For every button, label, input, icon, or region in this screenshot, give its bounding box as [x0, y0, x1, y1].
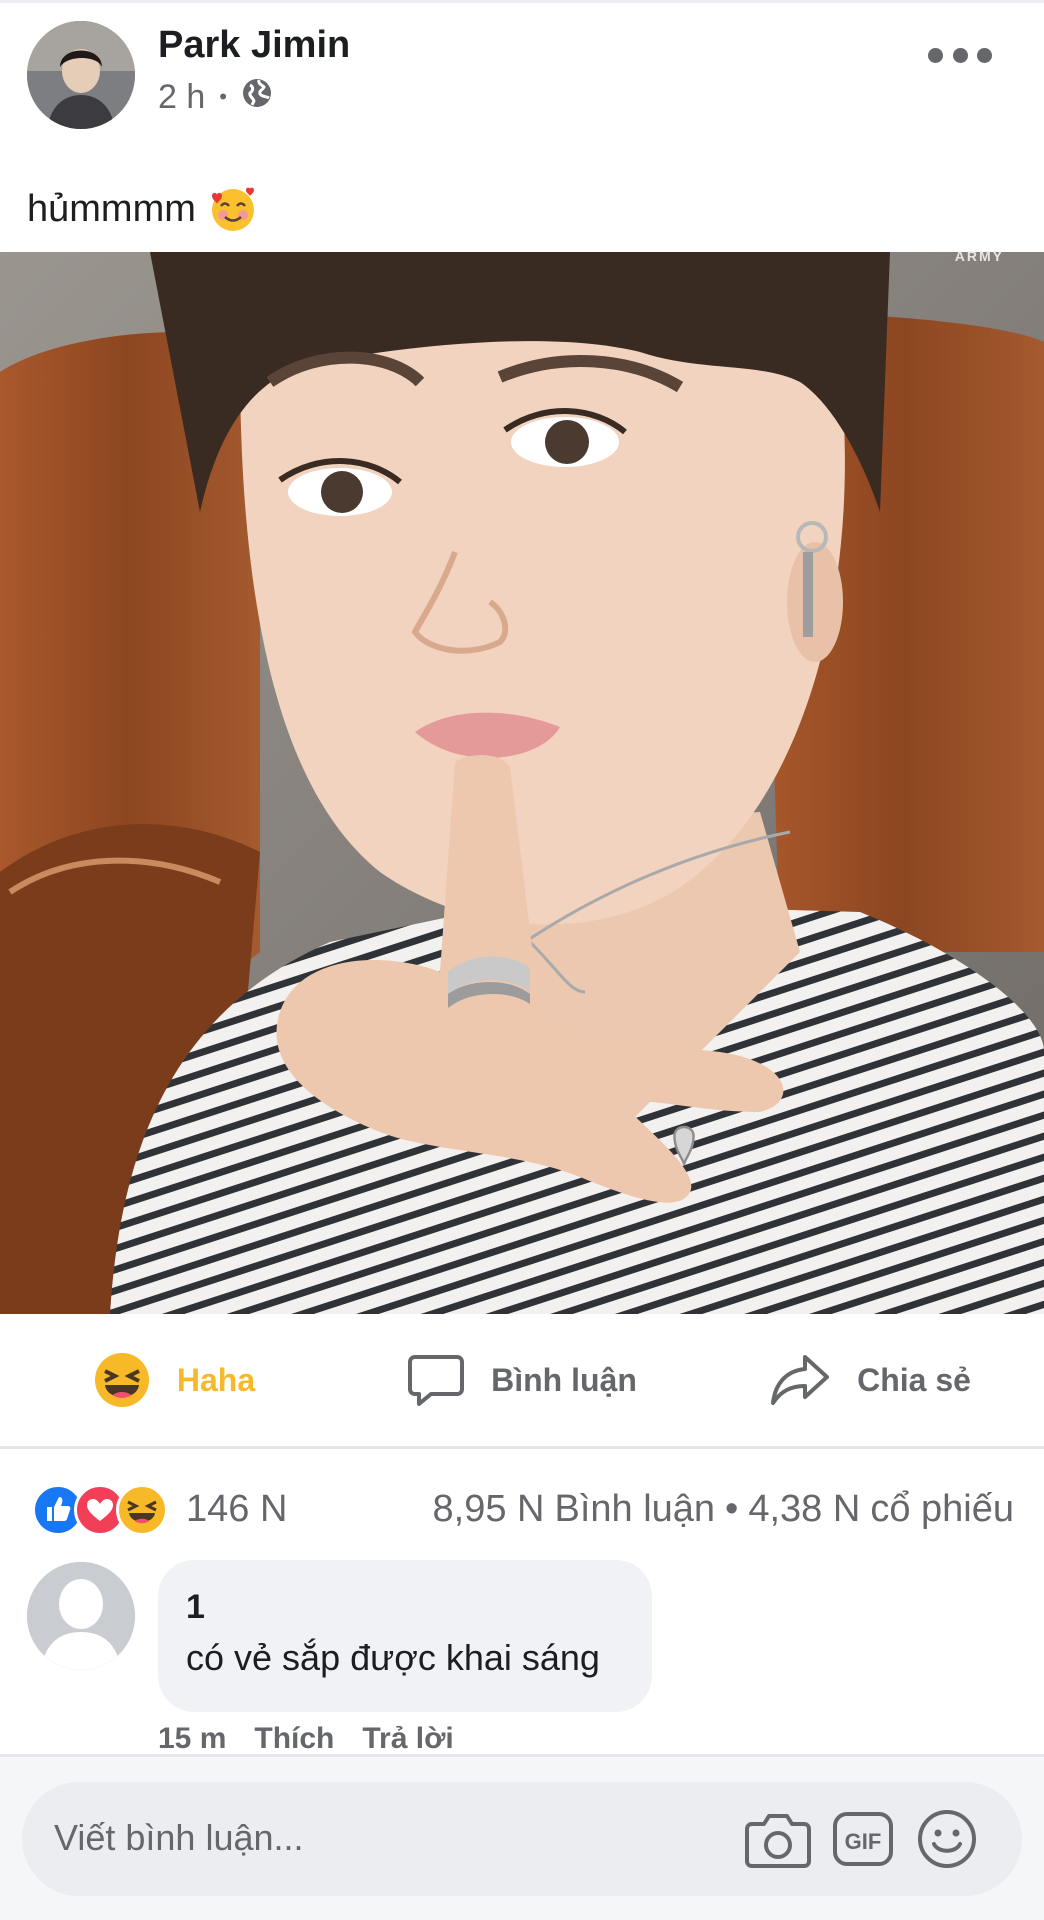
stats-separator: • [725, 1488, 739, 1530]
more-dot [928, 47, 943, 63]
comment-input[interactable] [54, 1808, 734, 1868]
comment-composer: GIF [22, 1782, 1022, 1896]
post-caption: hủmmmm [27, 184, 258, 234]
gif-icon[interactable]: GIF [832, 1808, 894, 1870]
globe-icon [241, 77, 273, 118]
haha-reaction-button[interactable]: Haha [0, 1314, 348, 1446]
comments-label[interactable]: Bình luận [554, 1488, 715, 1531]
more-dot [977, 47, 992, 63]
author-avatar[interactable] [27, 21, 135, 129]
comment-icon [408, 1355, 465, 1406]
comment-label: Bình luận [491, 1361, 637, 1398]
haha-reaction-icon [116, 1484, 168, 1536]
actions-divider [0, 1446, 1044, 1449]
share-icon [771, 1355, 830, 1405]
reaction-icons[interactable] [32, 1484, 168, 1536]
post-time[interactable]: 2 h [158, 78, 205, 117]
reaction-count[interactable]: 146 N [186, 1488, 287, 1531]
comment-time: 15 m [158, 1722, 227, 1752]
meta-separator: • [219, 84, 227, 109]
commenter-avatar[interactable] [27, 1562, 135, 1670]
post-text: hủmmmm [27, 187, 196, 230]
shares-count[interactable]: 4,38 N [748, 1488, 860, 1531]
commenter-name[interactable]: 1 [186, 1588, 624, 1627]
shares-label[interactable]: cổ phiếu [870, 1488, 1014, 1531]
reaction-stats: 146 N 8,95 N Bình luận • 4,38 N cổ phiếu [0, 1474, 1044, 1544]
action-bar: Haha Bình luận Chia sẻ [0, 1314, 1044, 1446]
share-button[interactable]: Chia sẻ [696, 1314, 1044, 1446]
share-label: Chia sẻ [857, 1361, 971, 1398]
haha-label: Haha [176, 1361, 256, 1398]
comment-text: có vẻ sắp được khai sáng [186, 1637, 600, 1678]
comment-reply-button[interactable]: Trả lời [362, 1722, 453, 1752]
comment-button[interactable]: Bình luận [348, 1314, 696, 1446]
post-meta: 2 h • [158, 76, 273, 118]
engagement-counts: 8,95 N Bình luận • 4,38 N cổ phiếu [433, 1488, 1015, 1531]
haha-icon [94, 1353, 149, 1407]
camera-icon[interactable] [744, 1808, 812, 1870]
more-options-button[interactable] [928, 40, 992, 70]
comments-count[interactable]: 8,95 N [433, 1488, 545, 1531]
default-profile-icon [27, 1562, 135, 1670]
post-photo[interactable] [0, 252, 1044, 1314]
author-name[interactable]: Park Jimin [158, 24, 350, 67]
comment-bubble[interactable]: 1 có vẻ sắp được khai sáng [158, 1560, 652, 1712]
comment-meta: 15 m Thích Trả lời [158, 1722, 454, 1752]
emoji-icon[interactable] [916, 1808, 978, 1870]
smiling-face-with-hearts-icon [211, 187, 254, 231]
comment-like-button[interactable]: Thích [254, 1722, 334, 1752]
top-divider [0, 0, 1044, 3]
more-dot [952, 47, 968, 63]
svg-text:GIF: GIF [845, 1829, 882, 1854]
photo-watermark: ARMY [954, 248, 1004, 264]
